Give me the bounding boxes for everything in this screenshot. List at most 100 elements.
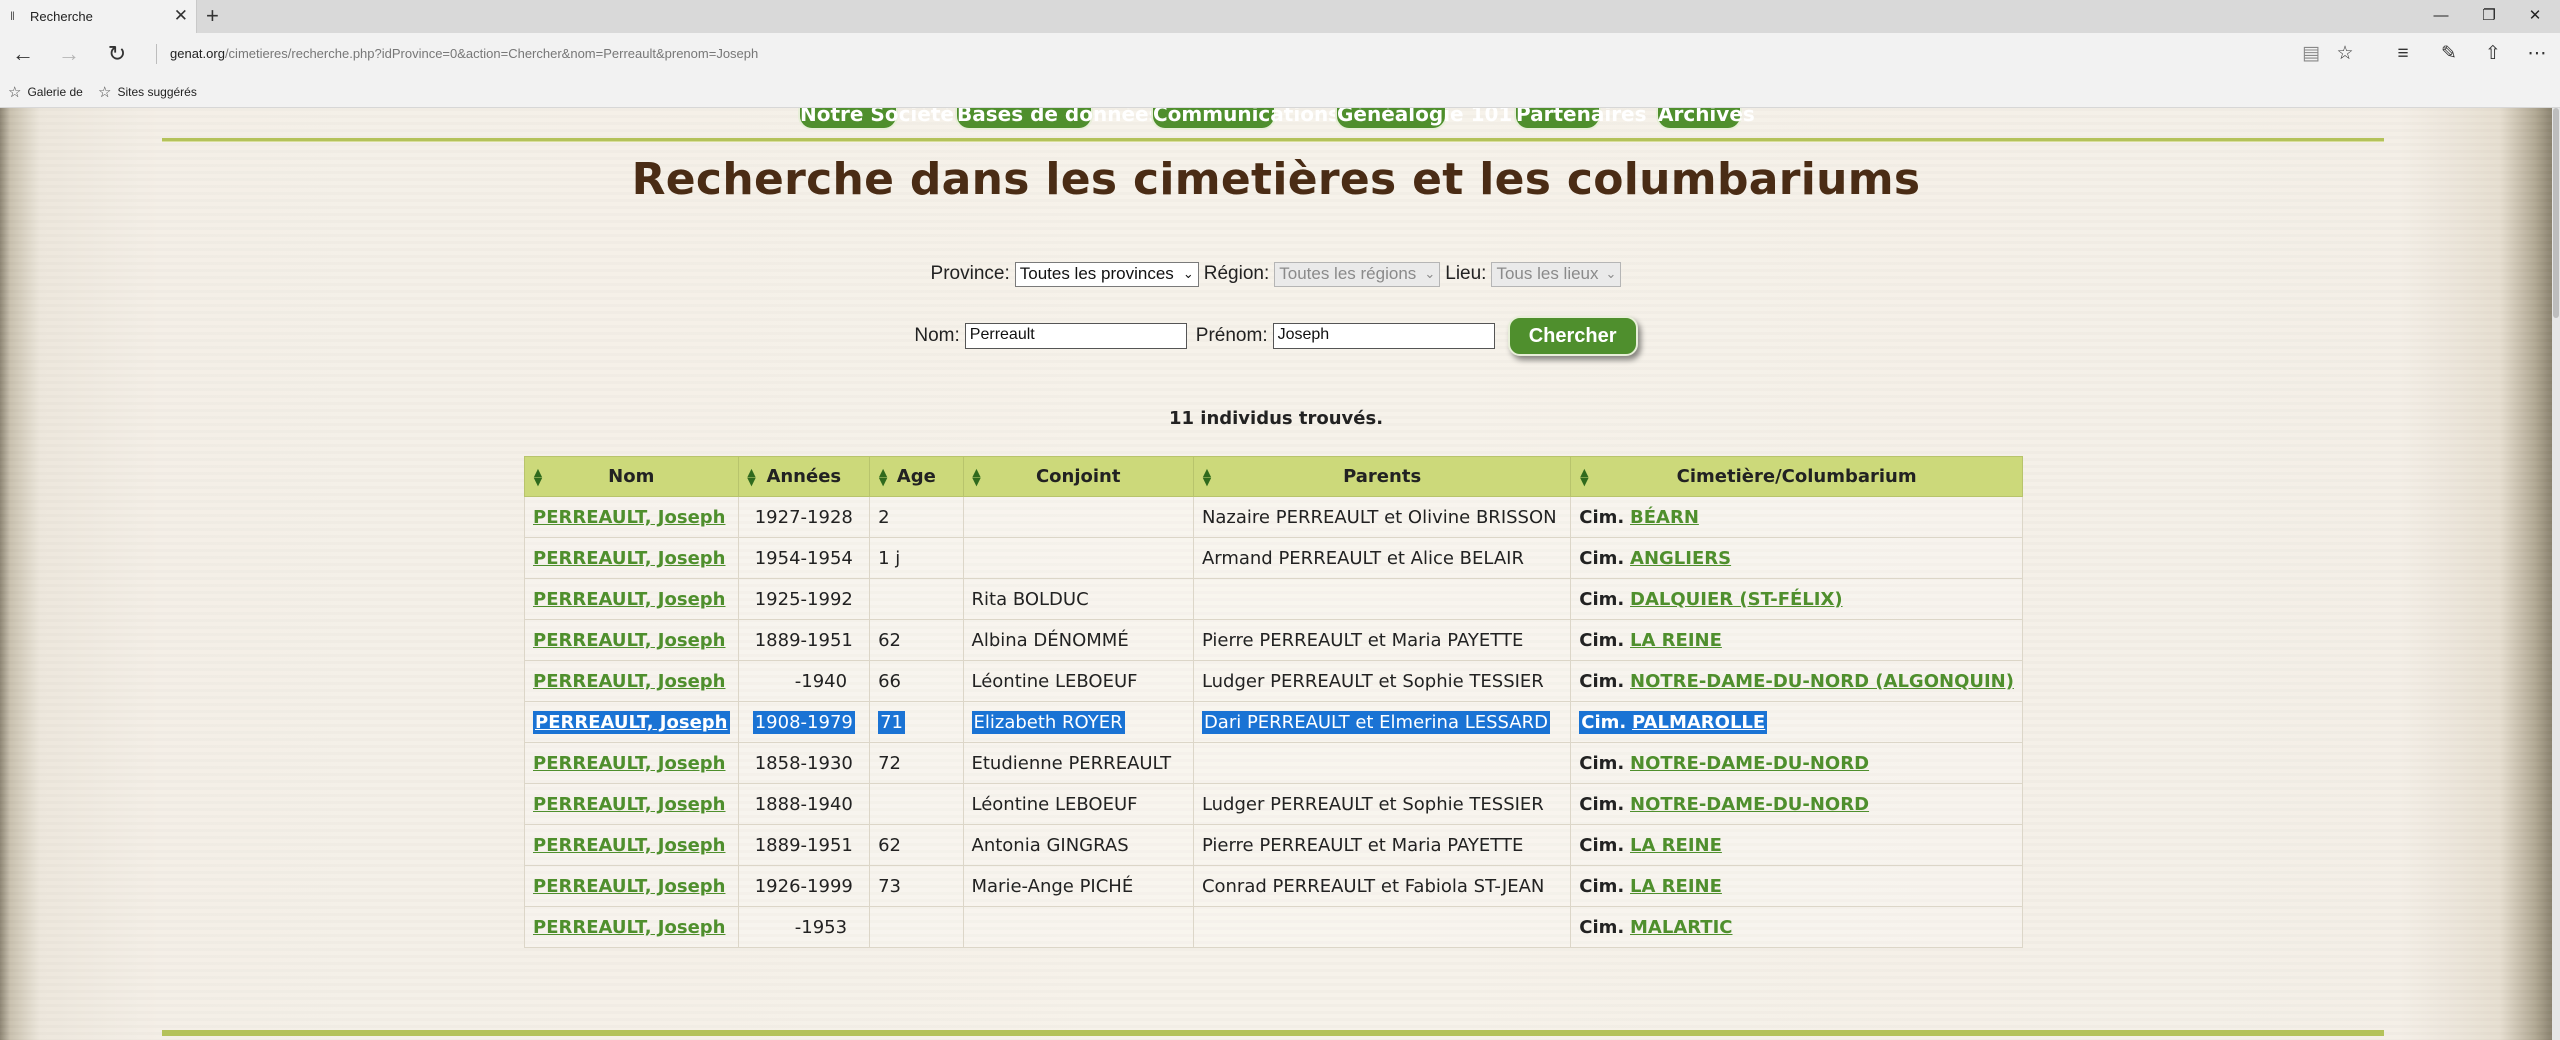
age-value: 66 — [878, 670, 901, 692]
cemetery-link[interactable]: DALQUIER (ST-FÉLIX) — [1630, 589, 1843, 610]
star-icon: ☆ — [8, 84, 22, 101]
cell-nom: PERREAULT, Joseph — [524, 660, 739, 702]
person-link[interactable]: PERREAULT, Joseph — [533, 671, 726, 692]
cell-conjoint — [962, 537, 1194, 579]
years-value: 1926-1999 — [754, 875, 853, 897]
site-navigation: Notre Société Bases de données Communica… — [0, 108, 2552, 140]
browser-tab[interactable]: ǁ Recherche ✕ — [0, 0, 197, 33]
person-link[interactable]: PERREAULT, Joseph — [533, 917, 726, 938]
more-icon[interactable]: ⋯ — [2524, 41, 2550, 67]
favorite-galerie[interactable]: ☆ Galerie de — [8, 83, 83, 101]
sort-icon[interactable]: ▲ ▼ — [970, 467, 984, 487]
region-select[interactable]: Toutes les régions ⌄ — [1274, 261, 1441, 287]
person-link[interactable]: PERREAULT, Joseph — [533, 548, 726, 569]
column-header-conjoint[interactable]: ▲ ▼ Conjoint — [962, 456, 1194, 497]
cemetery-link[interactable]: LA REINE — [1630, 630, 1722, 651]
nav-bases-de-donnees[interactable]: Bases de données — [955, 108, 1161, 130]
prenom-input[interactable]: Joseph — [1272, 323, 1495, 349]
cemetery-link[interactable]: BÉARN — [1630, 507, 1699, 528]
conjoint-value: Antonia GINGRAS — [971, 834, 1129, 856]
address-bar: ← → ↻ genat.org/cimetieres/recherche.php… — [0, 33, 2560, 74]
cemetery-link[interactable]: LA REINE — [1630, 835, 1722, 856]
back-arrow-icon[interactable]: ← — [10, 41, 36, 67]
person-link[interactable]: PERREAULT, Joseph — [535, 712, 728, 733]
cell-annees: -1940 — [737, 660, 871, 702]
sort-icon[interactable]: ▲ ▼ — [1577, 467, 1591, 487]
refresh-icon[interactable]: ↻ — [104, 41, 130, 67]
conjoint-value: Albina DÉNOMMÉ — [971, 629, 1129, 651]
column-header-cimetiere[interactable]: ▲ ▼ Cimetière/Columbarium — [1570, 456, 2023, 497]
cemetery-link[interactable]: MALARTIC — [1630, 917, 1732, 938]
cemetery-link[interactable]: LA REINE — [1630, 876, 1722, 897]
column-header-nom[interactable]: ▲ ▼ Nom — [524, 456, 739, 497]
minimize-icon[interactable]: — — [2426, 5, 2456, 27]
table-row: PERREAULT, Joseph 1927-1928 2 Nazaire PERRE… — [524, 496, 2023, 538]
favorite-star-icon[interactable]: ☆ — [2332, 41, 2358, 67]
nav-genealogie-101[interactable]: Généalogie 101 — [1335, 108, 1512, 130]
restore-icon[interactable]: ❐ — [2474, 5, 2504, 27]
favorite-label: Galerie de — [27, 85, 83, 99]
favorite-label: Sites suggérés — [117, 85, 197, 99]
person-link[interactable]: PERREAULT, Joseph — [533, 589, 726, 610]
person-link[interactable]: PERREAULT, Joseph — [533, 835, 726, 856]
notes-pen-icon[interactable]: ✎ — [2436, 41, 2462, 67]
table-header-row: ▲ ▼ Nom ▲ ▼ Années ▲ ▼ Age ▲ ▼ Conjoint ▲ ▼ Parent… — [524, 456, 2023, 497]
reading-view-icon[interactable]: ▤ — [2298, 41, 2324, 67]
cim-prefix: Cim. — [1579, 752, 1625, 774]
age-value: 62 — [878, 834, 901, 856]
cemetery-link[interactable]: NOTRE-DAME-DU-NORD (ALGONQUIN) — [1630, 671, 2014, 692]
person-link[interactable]: PERREAULT, Joseph — [533, 507, 726, 528]
cemetery-link[interactable]: ANGLIERS — [1630, 548, 1731, 569]
years-value: 1889-1951 — [754, 834, 853, 856]
url-field[interactable]: genat.org/cimetieres/recherche.php?idPro… — [170, 46, 758, 61]
sort-icon[interactable]: ▲ ▼ — [531, 467, 545, 487]
close-window-icon[interactable]: ✕ — [2520, 5, 2550, 27]
scrollbar-thumb[interactable] — [2553, 108, 2559, 318]
person-link[interactable]: PERREAULT, Joseph — [533, 876, 726, 897]
column-header-parents[interactable]: ▲ ▼ Parents — [1192, 456, 1572, 497]
favorite-sites-suggeres[interactable]: ☆ Sites suggérés — [98, 83, 197, 101]
cell-parents: Dari PERREAULT et Elmerina LESSARD — [1192, 701, 1572, 743]
tab-close-icon[interactable]: ✕ — [174, 6, 188, 26]
cell-annees: 1926-1999 — [737, 865, 871, 907]
hub-icon[interactable]: ≡ — [2390, 41, 2416, 67]
person-link[interactable]: PERREAULT, Joseph — [533, 630, 726, 651]
cell-age — [869, 783, 964, 825]
cell-age — [869, 906, 964, 948]
conjoint-value: Rita BOLDUC — [971, 588, 1089, 610]
person-link[interactable]: PERREAULT, Joseph — [533, 794, 726, 815]
new-tab-button[interactable]: + — [206, 4, 219, 28]
page-favicon-icon: ǁ — [10, 9, 15, 23]
sort-icon[interactable]: ▲ ▼ — [1200, 467, 1214, 487]
cemetery-link[interactable]: PALMAROLLE — [1632, 712, 1765, 733]
lieu-select[interactable]: Tous les lieux ⌄ — [1491, 261, 1622, 287]
table-row: PERREAULT, Joseph -1953 Cim. MALARTIC — [524, 906, 2023, 948]
nav-communications[interactable]: Communications — [1151, 108, 1340, 130]
cell-annees: 1908-1979 — [737, 701, 871, 743]
cell-nom: PERREAULT, Joseph — [524, 742, 739, 784]
share-icon[interactable]: ⇧ — [2480, 41, 2506, 67]
cemetery-link[interactable]: NOTRE-DAME-DU-NORD — [1630, 794, 1869, 815]
years-value: 1888-1940 — [754, 793, 853, 815]
page-title: Recherche dans les cimetières et les col… — [631, 154, 1921, 205]
cell-nom: PERREAULT, Joseph — [524, 906, 739, 948]
star-icon: ☆ — [98, 84, 112, 101]
age-value: 2 — [878, 506, 890, 528]
column-header-annees[interactable]: ▲ ▼ Années — [737, 456, 871, 497]
years-value: 1927-1928 — [754, 506, 853, 528]
sort-icon[interactable]: ▲ ▼ — [876, 467, 890, 487]
parents-value: Pierre PERREAULT et Maria PAYETTE — [1201, 629, 1524, 651]
person-link[interactable]: PERREAULT, Joseph — [533, 753, 726, 774]
nav-partenaires[interactable]: Partenaires — [1514, 108, 1647, 130]
nom-input[interactable]: Perreault — [964, 323, 1187, 349]
cemetery-link[interactable]: NOTRE-DAME-DU-NORD — [1630, 753, 1869, 774]
cell-age: 71 — [869, 701, 964, 743]
nav-archives[interactable]: Archives — [1656, 108, 1755, 130]
chercher-button[interactable]: Chercher — [1507, 316, 1638, 356]
column-header-age[interactable]: ▲ ▼ Age — [869, 456, 964, 497]
forward-arrow-icon[interactable]: → — [56, 41, 82, 67]
nav-notre-societe[interactable]: Notre Société — [798, 108, 954, 130]
chevron-down-icon: ⌄ — [1182, 266, 1194, 281]
province-select[interactable]: Toutes les provinces ⌄ — [1014, 261, 1199, 287]
sort-icon[interactable]: ▲ ▼ — [745, 467, 759, 487]
